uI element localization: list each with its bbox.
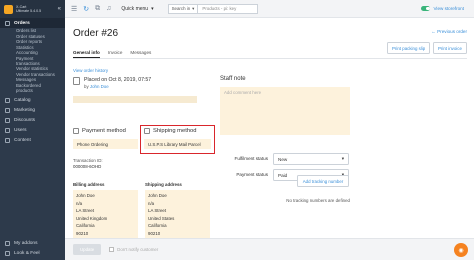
order-tabs: General info Invoice Messages [73,50,151,58]
search-scope-select[interactable]: Search in ▾ [167,3,199,14]
placed-by: by John Doe [84,84,109,89]
transaction-id-label: Transaction ID: [73,158,103,163]
transaction-id-value: 000008-6OHD [73,164,102,169]
chat-icon[interactable]: ◉ [454,243,468,257]
sidebar-item-catalog[interactable]: Catalog [0,96,65,106]
notify-customer-option[interactable]: Don't notify customer [109,247,158,252]
tab-messages[interactable]: Messages [130,50,151,58]
staff-note-title: Staff note [220,76,246,82]
staff-note-input[interactable]: Add comment here [220,87,350,135]
billing-address-label: Billing address [73,182,105,187]
storefront-toggle[interactable]: View storefront [421,6,464,11]
top-bar: ☰ ↻ ⧉ ♫ Quick menu ▾ Search in ▾ Product… [65,0,474,18]
sidebar-main-items: Catalog Marketing Discounts Users Conten… [0,96,65,146]
no-tracking-text: No tracking numbers are defined [286,198,350,203]
placed-info: Placed on Oct 8, 2019, 07:57 by John Doe [73,77,151,89]
print-invoice-button[interactable]: Print invoice [433,42,467,54]
sidebar-item-look-feel[interactable]: Look & Feel [0,248,65,258]
shipping-method-heading: Shipping method [144,128,197,134]
brand-version: Ultimate 5.4.0.5 [16,9,42,13]
add-tracking-number-button[interactable]: Add tracking number [297,175,349,187]
sidebar-item-marketing[interactable]: Marketing [0,106,65,116]
orders-icon [5,20,10,26]
notify-checkbox[interactable] [109,247,115,252]
quick-menu[interactable]: Quick menu ▾ [121,6,153,12]
copy-icon[interactable]: ⧉ [95,5,100,13]
sidebar-item-discounts[interactable]: Discounts [0,116,65,126]
print-packing-slip-button[interactable]: Print packing slip [387,42,431,54]
payment-status-label: Payment status [236,172,268,177]
customer-link[interactable]: John Doe [90,84,109,89]
previous-order-link[interactable]: ← Previous order [431,29,467,34]
addons-icon [5,240,10,246]
sidebar-item-orders[interactable]: Orders [0,18,65,28]
brand: X-Cart Ultimate 5.4.0.5 « [0,0,65,18]
shipping-address-label: Shipping address [145,182,182,187]
footer-bar: Update Don't notify customer ◉ [65,238,474,260]
chevron-down-icon: ▾ [341,156,344,161]
chevron-down-icon: ▾ [192,5,195,11]
placed-date: Placed on Oct 8, 2019, 07:57 [84,77,152,83]
payment-method-value: Phone Ordering [73,139,138,149]
order-history-link[interactable]: View order history [73,68,108,73]
users-icon [5,128,10,134]
collapse-sidebar-icon[interactable]: « [58,6,61,12]
payment-icon [73,128,79,134]
toggle-icon[interactable] [421,6,431,11]
tab-general-info[interactable]: General info [73,50,100,58]
sidebar-item-users[interactable]: Users [0,126,65,136]
shipping-method-value: U.S.P.S Library Mail Parcel [144,139,211,149]
main-content: Order #26 ← Previous order Print packing… [65,18,474,260]
sidebar-item-content[interactable]: Content [0,136,65,146]
update-button[interactable]: Update [73,244,102,255]
payment-method-heading: Payment method [73,128,126,134]
xcart-logo-icon [4,4,13,14]
order-icon [73,77,80,85]
fulfilment-status-label: Fulfilment status [234,156,268,161]
bell-icon[interactable]: ♫ [106,5,111,12]
sidebar-sub-products[interactable]: products [0,88,65,93]
shipping-icon [144,128,150,134]
sidebar: X-Cart Ultimate 5.4.0.5 « Orders Orders … [0,0,65,260]
sidebar-item-my-addons[interactable]: My addons [0,238,65,248]
catalog-icon [5,98,10,104]
tab-invoice[interactable]: Invoice [108,50,123,58]
tab-divider [73,58,467,59]
discounts-icon [5,118,10,124]
sidebar-bottom: My addons Look & Feel [0,238,65,258]
page-title: Order #26 [73,28,119,39]
look-feel-icon [5,250,10,256]
blurred-field [73,96,197,103]
refresh-icon[interactable]: ↻ [83,5,89,13]
orders-submenu: Orders list Order statuses Order reports… [0,28,65,93]
marketing-icon [5,108,10,114]
content-icon [5,138,10,144]
chevron-down-icon: ▾ [151,5,154,12]
search-input[interactable]: Products - pi: key [198,3,259,14]
menu-icon[interactable]: ☰ [71,5,77,13]
fulfilment-status-select[interactable]: New ▾ [273,153,349,165]
